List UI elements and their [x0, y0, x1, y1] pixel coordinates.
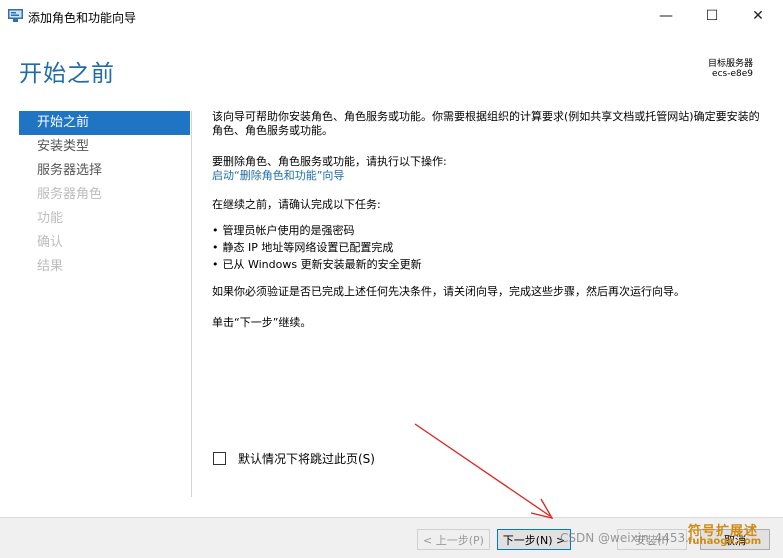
window-title: 添加角色和功能向导 — [28, 11, 137, 25]
intro-text: 该向导可帮助你安装角色、角色服务或功能。你需要根据组织的计算要求(例如共享文档或… — [212, 110, 760, 137]
nav-item-results: 结果 — [37, 259, 64, 274]
close-icon: ✕ — [752, 8, 764, 24]
task-list-item: 管理员帐户使用的是强密码 — [212, 222, 762, 239]
server-manager-icon — [8, 9, 23, 22]
target-server-name: ecs-e8e9 — [712, 69, 753, 79]
verify-text: 如果你必须验证是否已完成上述任何先决条件，请关闭向导，完成这些步骤，然后再次运行… — [212, 285, 685, 298]
domain-watermark: fuhaoge.com — [688, 536, 762, 547]
maximize-button[interactable]: ☐ — [689, 0, 735, 32]
nav-item-server-selection[interactable]: 服务器选择 — [19, 159, 190, 183]
nav-divider — [191, 111, 192, 497]
nav-item-server-roles: 服务器角色 — [37, 187, 103, 202]
task-list-item: 已从 Windows 更新安装最新的安全更新 — [212, 256, 762, 273]
skip-page-checkbox[interactable] — [213, 452, 226, 465]
nav-item-features: 功能 — [37, 211, 64, 226]
next-hint: 单击“下一步”继续。 — [212, 316, 312, 329]
skip-page-label[interactable]: 默认情况下将跳过此页(S) — [238, 450, 375, 467]
confirm-instructions: 在继续之前，请确认完成以下任务: — [212, 198, 381, 211]
csdn-watermark: CSDN @weixin_4453... — [560, 531, 697, 545]
close-button[interactable]: ✕ — [735, 0, 781, 32]
skip-page-option[interactable]: 默认情况下将跳过此页(S) — [213, 450, 375, 467]
nav-item-installation-type[interactable]: 安装类型 — [19, 135, 190, 159]
previous-button[interactable]: < 上一步(P) — [417, 529, 490, 550]
nav-item-confirmation: 确认 — [37, 235, 64, 250]
title-bar[interactable]: 添加角色和功能向导 — ☐ ✕ — [0, 0, 783, 32]
page-title: 开始之前 — [19, 61, 115, 87]
minimize-button[interactable]: — — [643, 0, 689, 32]
task-list: 管理员帐户使用的是强密码 静态 IP 地址等网络设置已配置完成 已从 Windo… — [212, 222, 762, 273]
main-panel: 该向导可帮助你安装角色、角色服务或功能。你需要根据组织的计算要求(例如共享文档或… — [212, 110, 762, 330]
wizard-nav: 开始之前 安装类型 服务器选择 服务器角色 功能 确认 结果 — [19, 111, 190, 279]
target-server-label: 目标服务器 — [707, 59, 753, 69]
wizard-content: 开始之前 目标服务器 ecs-e8e9 开始之前 安装类型 服务器选择 服务器角… — [0, 32, 783, 517]
remove-instructions: 要删除角色、角色服务或功能，请执行以下操作: — [212, 155, 447, 168]
maximize-icon: ☐ — [705, 8, 719, 24]
nav-item-before-you-begin[interactable]: 开始之前 — [19, 111, 190, 135]
minimize-icon: — — [659, 8, 673, 24]
remove-roles-link[interactable]: 启动“删除角色和功能”向导 — [212, 169, 762, 183]
task-list-item: 静态 IP 地址等网络设置已配置完成 — [212, 239, 762, 256]
